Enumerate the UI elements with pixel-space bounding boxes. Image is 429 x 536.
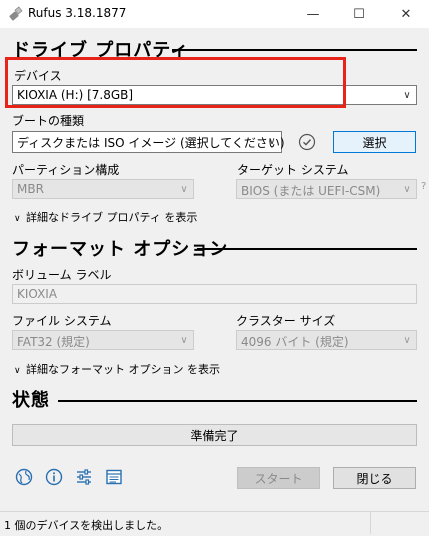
progress-bar: 準備完了 bbox=[12, 424, 417, 446]
advanced-drive-toggle-label: 詳細なドライブ プロパティ を表示 bbox=[26, 211, 198, 224]
chevron-down-icon: ∨ bbox=[403, 89, 411, 101]
cluster-size-value: 4096 バイト (規定) bbox=[241, 335, 349, 349]
file-system-select[interactable]: FAT32 (規定) ∨ bbox=[12, 330, 194, 350]
partition-scheme-label: パーティション構成 bbox=[12, 163, 120, 177]
chevron-down-icon: ∨ bbox=[14, 214, 21, 224]
maximize-button[interactable]: ☐ bbox=[336, 0, 382, 28]
boot-type-select[interactable]: ディスクまたは ISO イメージ (選択してください) ∨ bbox=[12, 131, 285, 153]
minimize-button[interactable]: — bbox=[290, 0, 336, 28]
status-bar-text: 1 個のデバイスを検出しました。 bbox=[4, 519, 169, 532]
chevron-down-icon: ∨ bbox=[268, 135, 276, 147]
section-divider bbox=[197, 248, 417, 250]
progress-text: 準備完了 bbox=[190, 428, 239, 443]
section-divider bbox=[58, 400, 417, 402]
section-divider bbox=[172, 49, 417, 51]
cluster-size-select[interactable]: 4096 バイト (規定) ∨ bbox=[236, 330, 417, 350]
title-bar: Rufus 3.18.1877 — ☐ ✕ bbox=[0, 0, 429, 28]
help-icon[interactable]: ? bbox=[421, 181, 426, 192]
volume-label-input[interactable]: KIOXIA bbox=[12, 284, 417, 304]
advanced-format-toggle-label: 詳細なフォーマット オプション を表示 bbox=[26, 363, 220, 376]
status-heading: 状態 bbox=[12, 390, 50, 411]
select-image-button[interactable]: 選択 bbox=[333, 131, 416, 153]
format-options-heading: フォーマット オプション bbox=[12, 239, 229, 260]
chevron-down-icon: ∨ bbox=[180, 334, 188, 346]
close-button[interactable]: 閉じる bbox=[333, 467, 416, 489]
partition-scheme-select[interactable]: MBR ∨ bbox=[12, 179, 194, 199]
chevron-down-icon: ∨ bbox=[403, 334, 411, 346]
window-title: Rufus 3.18.1877 bbox=[28, 6, 127, 20]
file-system-label: ファイル システム bbox=[12, 314, 112, 328]
settings-sliders-icon[interactable] bbox=[74, 467, 94, 487]
globe-icon[interactable] bbox=[14, 467, 34, 487]
volume-label-value: KIOXIA bbox=[17, 287, 58, 301]
status-bar: 1 個のデバイスを検出しました。 bbox=[0, 511, 429, 536]
chevron-down-icon: ∨ bbox=[180, 183, 188, 195]
show-advanced-format-options-toggle[interactable]: ∨ 詳細なフォーマット オプション を表示 bbox=[14, 361, 220, 377]
target-system-select[interactable]: BIOS (または UEFI-CSM) ∨ bbox=[236, 179, 417, 199]
show-advanced-drive-properties-toggle[interactable]: ∨ 詳細なドライブ プロパティ を表示 bbox=[14, 209, 197, 225]
usb-drive-icon bbox=[9, 6, 23, 21]
chevron-down-icon: ∨ bbox=[403, 183, 411, 195]
volume-label-label: ボリューム ラベル bbox=[12, 268, 112, 282]
close-window-button[interactable]: ✕ bbox=[383, 0, 429, 28]
check-circle-icon[interactable] bbox=[298, 133, 316, 151]
boot-type-value: ディスクまたは ISO イメージ (選択してください) bbox=[17, 136, 285, 150]
info-icon[interactable] bbox=[44, 467, 64, 487]
target-system-label: ターゲット システム bbox=[237, 163, 349, 177]
start-button[interactable]: スタート bbox=[237, 467, 320, 489]
device-highlight-annotation bbox=[5, 57, 346, 108]
cluster-size-label: クラスター サイズ bbox=[236, 314, 336, 328]
boot-type-label: ブートの種類 bbox=[12, 114, 85, 128]
partition-scheme-value: MBR bbox=[17, 182, 44, 196]
file-system-value: FAT32 (規定) bbox=[17, 335, 90, 349]
chevron-down-icon: ∨ bbox=[14, 366, 21, 376]
target-system-value: BIOS (または UEFI-CSM) bbox=[241, 184, 381, 198]
status-bar-divider bbox=[370, 512, 371, 534]
log-icon[interactable] bbox=[104, 467, 124, 487]
